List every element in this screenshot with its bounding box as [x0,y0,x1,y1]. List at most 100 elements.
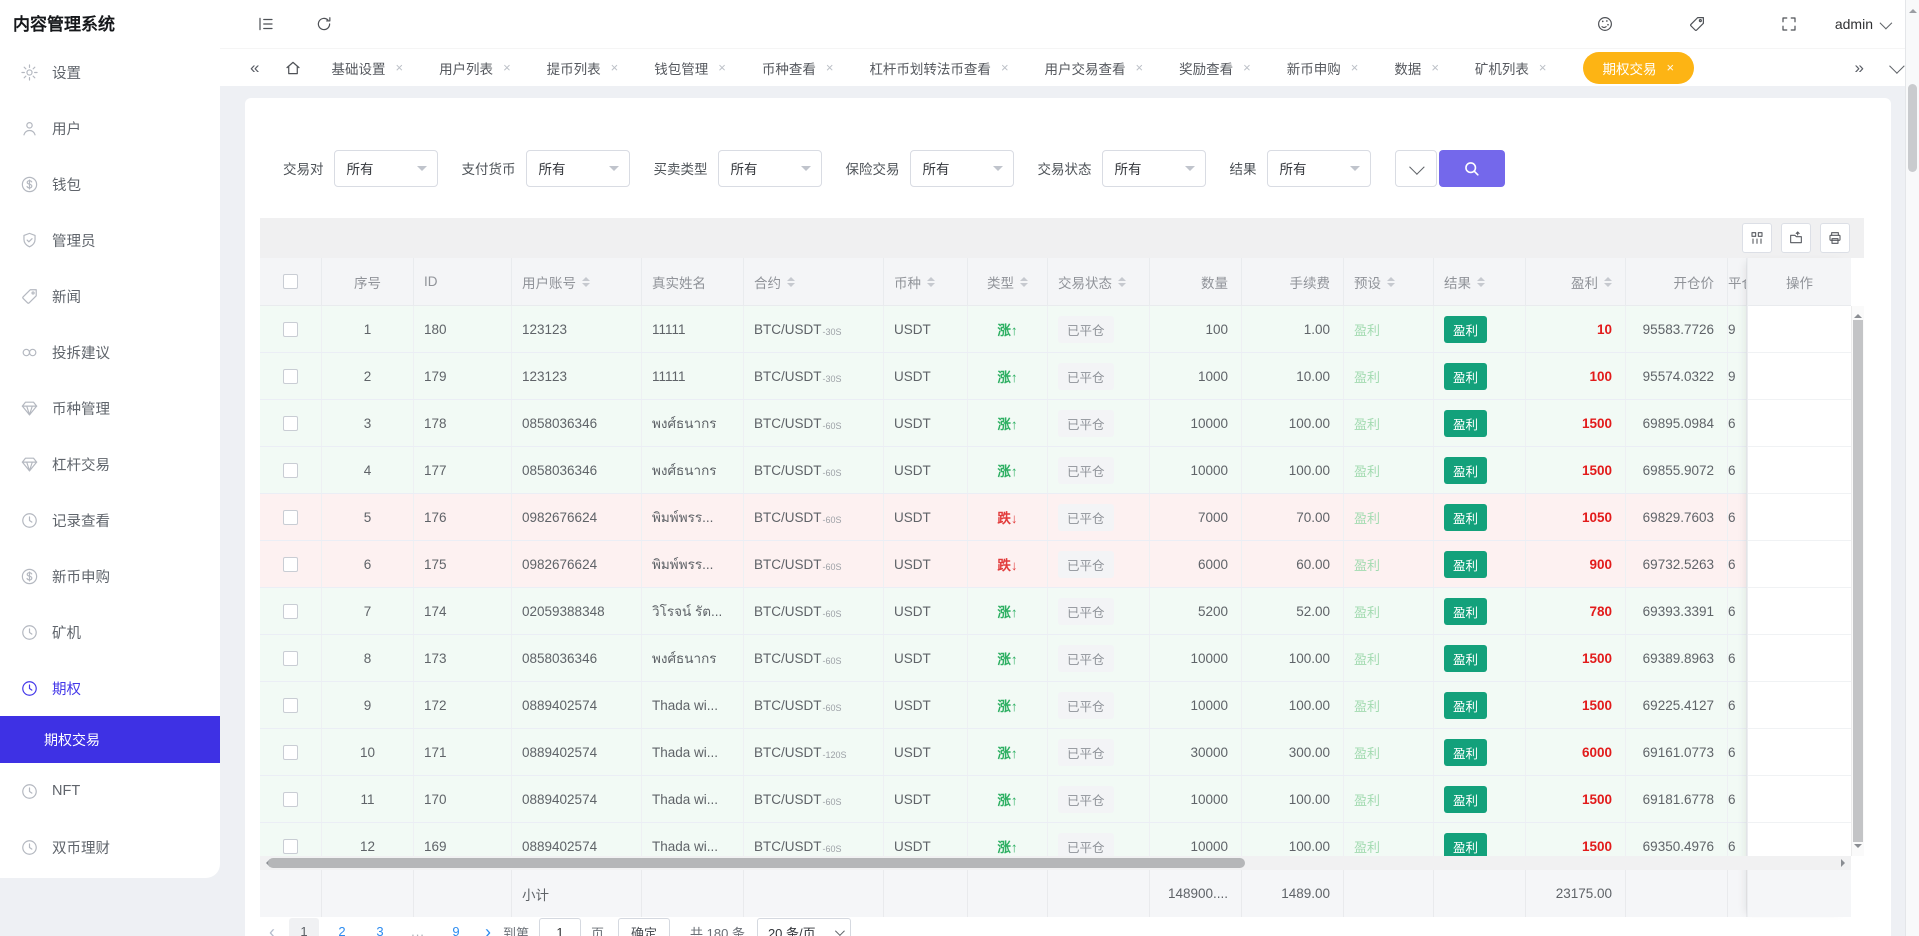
print-button[interactable] [1820,223,1850,253]
page-scrollbar[interactable] [1905,0,1919,936]
theme-icon[interactable] [1593,12,1617,36]
column-close-price-clipped[interactable]: 平仓价 [1728,258,1747,306]
tab-coin-view[interactable]: 币种查看 × [762,58,834,78]
table-row[interactable]: 4 177 0858036346 พงศ์ธนากร BTC/USDT-60S … [260,447,1747,494]
tab-close-icon[interactable]: × [1667,60,1675,75]
tab-close-icon[interactable]: × [1136,60,1144,75]
column-real-name[interactable]: 真实姓名 [642,258,744,306]
fullscreen-icon[interactable] [1777,12,1801,36]
sort-icons[interactable] [1604,273,1612,291]
column-fee[interactable]: 手续费 [1242,258,1344,306]
table-row[interactable]: 8 173 0858036346 พงศ์ธนากร BTC/USDT-60S … [260,635,1747,682]
filter-select[interactable]: 所有 [526,150,630,187]
table-vertical-scrollbar[interactable] [1851,306,1864,856]
tab-close-icon[interactable]: × [611,60,619,75]
filter-select[interactable]: 所有 [334,150,438,187]
tab-close-icon[interactable]: × [395,60,403,75]
row-checkbox[interactable] [283,604,298,619]
column-result[interactable]: 结果 [1434,258,1526,306]
column-preset[interactable]: 预设 [1344,258,1434,306]
vertical-scroll-thumb[interactable] [1853,320,1863,842]
search-button[interactable] [1439,150,1505,187]
scroll-up-icon[interactable] [1909,5,1917,13]
sort-icons[interactable] [1020,273,1028,291]
column-contract[interactable]: 合约 [744,258,884,306]
row-checkbox[interactable] [283,322,298,337]
column-type[interactable]: 类型 [968,258,1048,306]
row-checkbox[interactable] [283,745,298,760]
row-checkbox[interactable] [283,510,298,525]
home-icon[interactable] [281,56,305,80]
sidebar-item-news[interactable]: 新闻 [0,268,220,324]
row-checkbox[interactable] [283,792,298,807]
column-settings-button[interactable] [1742,223,1772,253]
expand-filters-button[interactable] [1395,150,1437,187]
tab-reward-view[interactable]: 奖励查看 × [1179,58,1251,78]
table-row[interactable]: 2 179 123123 11111 BTC/USDT-30S USDT 涨 已… [260,353,1747,400]
table-row[interactable]: 6 175 0982676624 พิมพ์พรร... BTC/USDT-60… [260,541,1747,588]
sort-icons[interactable] [582,273,590,291]
select-all-checkbox[interactable] [283,274,298,289]
table-row[interactable]: 10 171 0889402574 Thada wi... BTC/USDT-1… [260,729,1747,776]
sort-icons[interactable] [1118,273,1126,291]
row-checkbox[interactable] [283,369,298,384]
sort-icons[interactable] [1387,273,1395,291]
tab-close-icon[interactable]: × [826,60,834,75]
export-button[interactable] [1781,223,1811,253]
sidebar-item-nft[interactable]: NFT [0,763,220,819]
column-amount[interactable]: 数量 [1150,258,1242,306]
sidebar-item-feedback[interactable]: 投拆建议 [0,324,220,380]
table-row[interactable]: 11 170 0889402574 Thada wi... BTC/USDT-6… [260,776,1747,823]
goto-page-input[interactable] [539,918,581,936]
column-seq[interactable]: 序号 [322,258,414,306]
sidebar-item-users[interactable]: 用户 [0,100,220,156]
menu-fold-icon[interactable] [254,12,278,36]
table-row[interactable]: 7 174 02059388348 วิโรจน์ รัต... BTC/USD… [260,588,1747,635]
sidebar-item-options-trade[interactable]: 期权交易 [0,716,220,763]
confirm-page-button[interactable]: 确定 [618,918,670,936]
table-row[interactable]: 9 172 0889402574 Thada wi... BTC/USDT-60… [260,682,1747,729]
row-checkbox[interactable] [283,416,298,431]
scroll-right-icon[interactable] [1841,859,1849,867]
sort-icons[interactable] [1477,273,1485,291]
page-number[interactable]: 2 [327,918,357,936]
sidebar-item-dual-currency-finance[interactable]: 双币理财 [0,819,220,875]
tabs-menu-icon[interactable] [1889,58,1905,74]
page-size-select[interactable]: 20 条/页 [757,918,851,936]
row-checkbox[interactable] [283,463,298,478]
tabs-scroll-left-icon[interactable]: « [250,58,259,78]
column-trade-status[interactable]: 交易状态 [1048,258,1150,306]
row-checkbox[interactable] [283,557,298,572]
tab-withdraw-list[interactable]: 提币列表 × [547,58,619,78]
tab-close-icon[interactable]: × [1001,60,1009,75]
sidebar-item-record-view[interactable]: 记录查看 [0,492,220,548]
sidebar-item-new-coin-subscription[interactable]: 新币申购 [0,548,220,604]
column-profit[interactable]: 盈利 [1526,258,1626,306]
table-row[interactable]: 1 180 123123 11111 BTC/USDT-30S USDT 涨 已… [260,306,1747,353]
sort-icons[interactable] [927,273,935,291]
column-account[interactable]: 用户账号 [512,258,642,306]
row-checkbox[interactable] [283,651,298,666]
page-number[interactable]: 9 [441,918,471,936]
user-menu[interactable]: admin [1835,16,1889,32]
sidebar-item-wallet[interactable]: 钱包 [0,156,220,212]
sidebar-item-coin-management[interactable]: 币种管理 [0,380,220,436]
row-checkbox[interactable] [283,839,298,854]
page-number[interactable]: 1 [289,918,319,936]
page-number[interactable]: 3 [365,918,395,936]
tab-close-icon[interactable]: × [1431,60,1439,75]
sidebar-item-leverage-trade[interactable]: 杠杆交易 [0,436,220,492]
prev-page-icon[interactable]: ‹ [269,922,275,936]
sidebar-item-miner[interactable]: 矿机 [0,604,220,660]
tabs-scroll-right-icon[interactable]: » [1855,58,1864,78]
tab-close-icon[interactable]: × [718,60,726,75]
tab-close-icon[interactable]: × [503,60,511,75]
sidebar-item-settings[interactable]: 设置 [0,44,220,100]
horizontal-scroll-thumb[interactable] [268,858,1245,868]
tab-user-list[interactable]: 用户列表 × [439,58,511,78]
row-checkbox[interactable] [283,698,298,713]
tab-leverage-fiat-transfer-view[interactable]: 杠杆币划转法币查看 × [869,58,1008,78]
filter-select[interactable]: 所有 [1102,150,1206,187]
page-scroll-thumb[interactable] [1908,84,1917,172]
table-row[interactable]: 5 176 0982676624 พิมพ์พรร... BTC/USDT-60… [260,494,1747,541]
